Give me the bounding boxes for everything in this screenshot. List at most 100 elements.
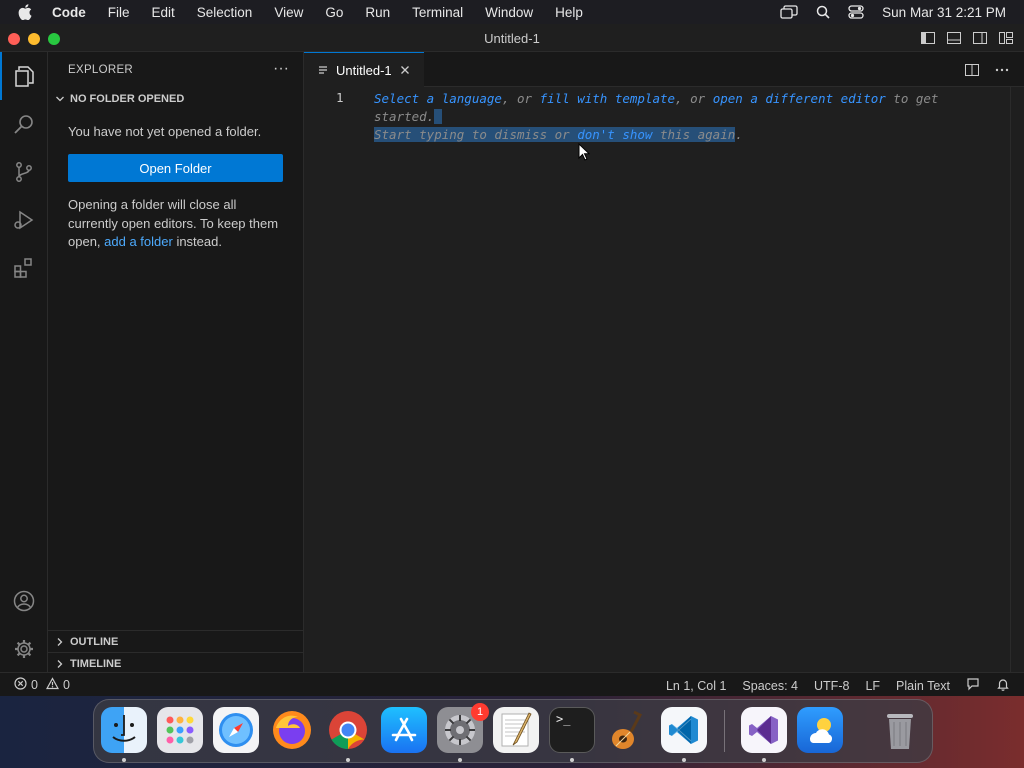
encoding[interactable]: UTF-8 [814, 679, 849, 693]
screen-mirroring-icon[interactable] [780, 5, 798, 19]
chrome-icon[interactable] [325, 707, 371, 753]
menu-help[interactable]: Help [555, 5, 583, 20]
app-store-icon[interactable] [381, 707, 427, 753]
editor-actions [964, 62, 1010, 83]
hint-text: , or [675, 91, 713, 106]
notifications-bell-icon[interactable] [996, 677, 1010, 694]
no-folder-section-header[interactable]: NO FOLDER OPENED [48, 88, 304, 110]
finder-icon[interactable] [101, 707, 147, 753]
menu-run[interactable]: Run [365, 5, 390, 20]
outline-title: OUTLINE [70, 635, 119, 648]
hint-text: Start typing to dismiss or [374, 127, 578, 142]
dock-separator [724, 710, 725, 752]
chevron-right-icon [50, 659, 70, 669]
system-settings-icon[interactable]: 1 [437, 703, 489, 753]
toggle-panel-icon[interactable] [946, 30, 962, 46]
section-title: NO FOLDER OPENED [70, 93, 185, 105]
timeline-section-header[interactable]: TIMELINE [48, 652, 304, 674]
textedit-icon[interactable] [493, 707, 539, 753]
menu-edit[interactable]: Edit [152, 5, 175, 20]
split-editor-icon[interactable] [964, 62, 980, 83]
feedback-icon[interactable] [966, 677, 980, 694]
problems-status[interactable]: 0 0 [14, 677, 70, 693]
search-activity-icon[interactable] [0, 100, 48, 148]
extensions-activity-icon[interactable] [0, 244, 48, 292]
running-indicator [762, 758, 766, 762]
chevron-right-icon [50, 637, 70, 647]
add-folder-link[interactable]: add a folder [104, 234, 173, 249]
language-mode[interactable]: Plain Text [896, 679, 950, 693]
tab-untitled-1[interactable]: Untitled-1 [304, 52, 424, 87]
source-control-activity-icon[interactable] [0, 148, 48, 196]
macos-menubar: Code File Edit Selection View Go Run Ter… [0, 0, 1024, 24]
end-of-line[interactable]: LF [865, 679, 880, 693]
warning-count: 0 [62, 678, 70, 692]
spotlight-search-icon[interactable] [816, 5, 830, 19]
vscode-window: Untitled-1 EXPLORER ··· NO FOLDER OPENED… [0, 24, 1024, 696]
editor-hint: Select a language, or fill with template… [374, 90, 944, 144]
apple-menu-icon[interactable] [18, 4, 38, 20]
line-number: 1 [336, 90, 344, 105]
visual-studio-icon[interactable] [741, 707, 787, 753]
toggle-primary-sidebar-icon[interactable] [920, 30, 936, 46]
hint-text: started. [374, 109, 435, 124]
customize-layout-icon[interactable] [998, 30, 1014, 46]
chevron-down-icon [50, 94, 70, 104]
outline-section-header[interactable]: OUTLINE [48, 630, 304, 652]
vscode-icon[interactable] [661, 707, 707, 753]
description-text-end: instead. [172, 234, 222, 249]
firefox-icon[interactable] [269, 707, 315, 753]
menubar-status-area: Sun Mar 31 2:21 PM [780, 0, 1006, 24]
close-tab-icon[interactable] [400, 65, 410, 75]
menu-view[interactable]: View [274, 5, 303, 20]
hint-line-2: started. [374, 108, 944, 126]
editor-tab-bar: Untitled-1 [304, 52, 1024, 87]
hint-line-3: Start typing to dismiss or don't show th… [374, 126, 944, 144]
menu-code[interactable]: Code [52, 5, 86, 20]
run-and-debug-activity-icon[interactable] [0, 196, 48, 244]
select-language-link[interactable]: Select a language [374, 91, 502, 106]
timeline-title: TIMELINE [70, 657, 122, 670]
title-bar: Untitled-1 [0, 24, 1024, 52]
selection-highlight [434, 109, 442, 124]
toggle-secondary-sidebar-icon[interactable] [972, 30, 988, 46]
sidebar-title: EXPLORER [68, 64, 134, 76]
safari-icon[interactable] [213, 707, 259, 753]
running-indicator [346, 758, 350, 762]
terminal-icon[interactable]: >_ [549, 707, 595, 753]
running-indicator [122, 758, 126, 762]
menu-selection[interactable]: Selection [197, 5, 253, 20]
menubar-clock[interactable]: Sun Mar 31 2:21 PM [882, 5, 1006, 20]
hint-text: to get [885, 91, 939, 106]
accounts-activity-icon[interactable] [0, 577, 48, 625]
running-indicator [458, 758, 462, 762]
text-editor[interactable]: 1 Select a language, or fill with templa… [304, 87, 1024, 672]
running-indicator [570, 758, 574, 762]
menu-window[interactable]: Window [485, 5, 533, 20]
weather-icon[interactable] [797, 707, 843, 753]
indentation[interactable]: Spaces: 4 [742, 679, 798, 693]
launchpad-icon[interactable] [157, 707, 203, 753]
trash-icon[interactable] [877, 707, 923, 753]
views-more-actions-icon[interactable]: ··· [273, 60, 289, 78]
selected-hint-text: Start typing to dismiss or don't show th… [374, 127, 736, 142]
menu-terminal[interactable]: Terminal [412, 5, 463, 20]
manage-gear-icon[interactable] [0, 625, 48, 673]
explorer-activity-icon[interactable] [0, 52, 48, 100]
more-actions-icon[interactable] [994, 62, 1010, 83]
warning-icon [45, 677, 59, 693]
menu-file[interactable]: File [108, 5, 130, 20]
cursor-position[interactable]: Ln 1, Col 1 [666, 679, 726, 693]
garageband-icon[interactable] [605, 707, 651, 753]
dont-show-again-link[interactable]: don't show [577, 127, 652, 142]
open-folder-button[interactable]: Open Folder [68, 154, 283, 182]
plain-text-file-icon [318, 65, 332, 75]
menu-go[interactable]: Go [325, 5, 343, 20]
control-center-icon[interactable] [848, 5, 864, 19]
hint-text: , or [501, 91, 540, 106]
open-different-editor-link[interactable]: open a different editor [713, 91, 886, 106]
hint-text: this again [652, 127, 736, 142]
fill-with-template-link[interactable]: fill with template [540, 91, 675, 106]
editor-scrollbar[interactable] [1010, 87, 1024, 672]
layout-controls [920, 30, 1014, 46]
